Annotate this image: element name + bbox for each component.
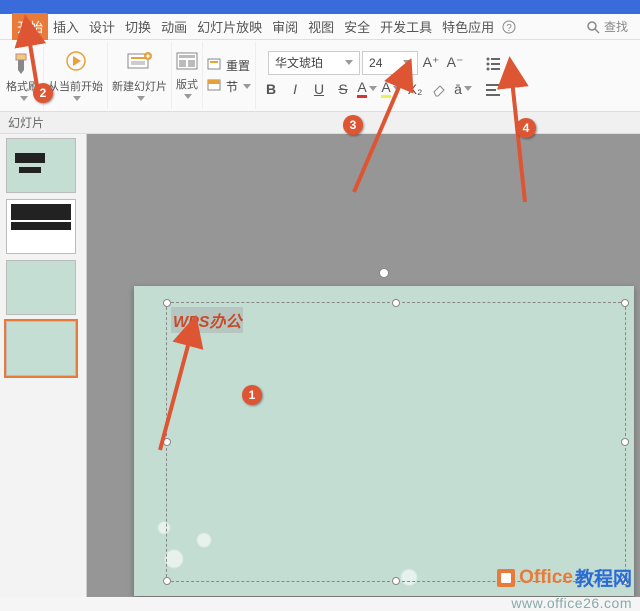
watermark-brand1: Office [519,567,573,589]
chevron-down-icon [345,60,353,65]
handle-ne[interactable] [621,299,629,307]
font-name-combo[interactable]: 华文琥珀 [268,51,360,75]
callout-2: 2 [33,83,53,103]
eraser-icon [432,82,446,96]
office-logo-icon [495,567,517,589]
align-button[interactable] [482,77,504,101]
font-size-value: 24 [369,56,382,70]
handle-w[interactable] [163,438,171,446]
pinyin-button[interactable]: ā [452,77,474,101]
reset-label: 重置 [226,57,250,74]
reset-icon [207,58,223,72]
font-size-combo[interactable]: 24 [362,51,418,75]
tab-review[interactable]: 审阅 [267,13,303,40]
align-icon [485,82,501,96]
bullets-icon [485,56,501,70]
search-icon [586,20,600,34]
tab-animation[interactable]: 动画 [156,13,192,40]
increase-font-button[interactable]: A⁺ [420,51,442,75]
text-box[interactable]: WPS办公 [166,302,626,582]
rotate-handle[interactable] [379,268,389,278]
layout-button[interactable]: 版式 [176,52,198,99]
title-bar [0,0,640,14]
handle-s[interactable] [392,577,400,585]
tab-developer[interactable]: 开发工具 [375,13,437,40]
tab-slideshow[interactable]: 幻灯片放映 [192,13,267,40]
highlight-button[interactable]: A [380,77,402,101]
slide-thumbnails [0,134,87,597]
tab-strip: 开始 插入 设计 切换 动画 幻灯片放映 审阅 视图 安全 开发工具 特色应用 … [0,14,640,40]
italic-button[interactable]: I [284,77,306,101]
from-current-button[interactable]: 从当前开始 [48,50,103,101]
watermark-url: www.office26.com [511,595,632,611]
clear-format-button[interactable] [428,77,450,101]
thumb-4[interactable] [6,321,76,376]
brush-icon [10,50,36,76]
tab-special[interactable]: 特色应用 [437,13,499,40]
handle-nw[interactable] [163,299,171,307]
thumb-1[interactable] [6,138,76,193]
tab-view[interactable]: 视图 [303,13,339,40]
tab-home[interactable]: 开始 [12,13,48,40]
handle-e[interactable] [621,438,629,446]
section-icon [207,79,223,93]
watermark: Office教程网 [495,564,632,591]
play-icon [63,50,89,76]
layout-label: 版式 [176,76,198,92]
new-slide-icon: ✦ [126,50,154,76]
callout-4: 4 [516,118,536,138]
increase-font-icon: A⁺ [423,54,440,71]
bullets-button[interactable] [482,51,504,75]
search-button[interactable]: 查找 [586,18,628,35]
search-label: 查找 [604,18,628,35]
canvas-area[interactable]: WPS办公 [87,134,640,597]
decrease-font-button[interactable]: A⁻ [444,51,466,75]
secondary-bar: 幻灯片 [0,112,640,134]
font-color-button[interactable]: A [356,77,378,101]
decrease-font-icon: A⁻ [447,54,464,71]
tab-transition[interactable]: 切换 [120,13,156,40]
workspace: WPS办公 [0,134,640,597]
new-slide-label: 新建幻灯片 [112,78,167,94]
help-icon[interactable]: ? [499,17,519,37]
svg-text:✦: ✦ [144,52,151,61]
svg-text:?: ? [506,23,512,34]
tab-design[interactable]: 设计 [84,13,120,40]
new-slide-button[interactable]: ✦ 新建幻灯片 [112,50,167,101]
from-current-label: 从当前开始 [48,78,103,94]
layout-icon [176,52,198,74]
tab-insert[interactable]: 插入 [48,13,84,40]
slide-text[interactable]: WPS办公 [171,307,243,333]
section-label: 节 [226,78,238,95]
tab-security[interactable]: 安全 [339,13,375,40]
subscript-button[interactable]: X₂ [404,77,426,101]
strike-button[interactable]: S [332,77,354,101]
panel-label: 幻灯片 [8,114,44,131]
watermark-brand2: 教程网 [575,564,632,591]
font-name-value: 华文琥珀 [275,54,323,71]
slide-canvas[interactable]: WPS办公 [134,286,634,596]
reset-button[interactable]: 重置 [207,57,251,74]
section-button[interactable]: 节 [207,78,251,95]
callout-1: 1 [242,385,262,405]
handle-n[interactable] [392,299,400,307]
bold-button[interactable]: B [260,77,282,101]
ribbon: 格式刷 从当前开始 ✦ 新建幻灯片 版式 重置 节 [0,40,640,112]
handle-sw[interactable] [163,577,171,585]
underline-button[interactable]: U [308,77,330,101]
chevron-down-icon [403,60,411,65]
callout-3: 3 [343,115,363,135]
thumb-2[interactable] [6,199,76,254]
thumb-3[interactable] [6,260,76,315]
